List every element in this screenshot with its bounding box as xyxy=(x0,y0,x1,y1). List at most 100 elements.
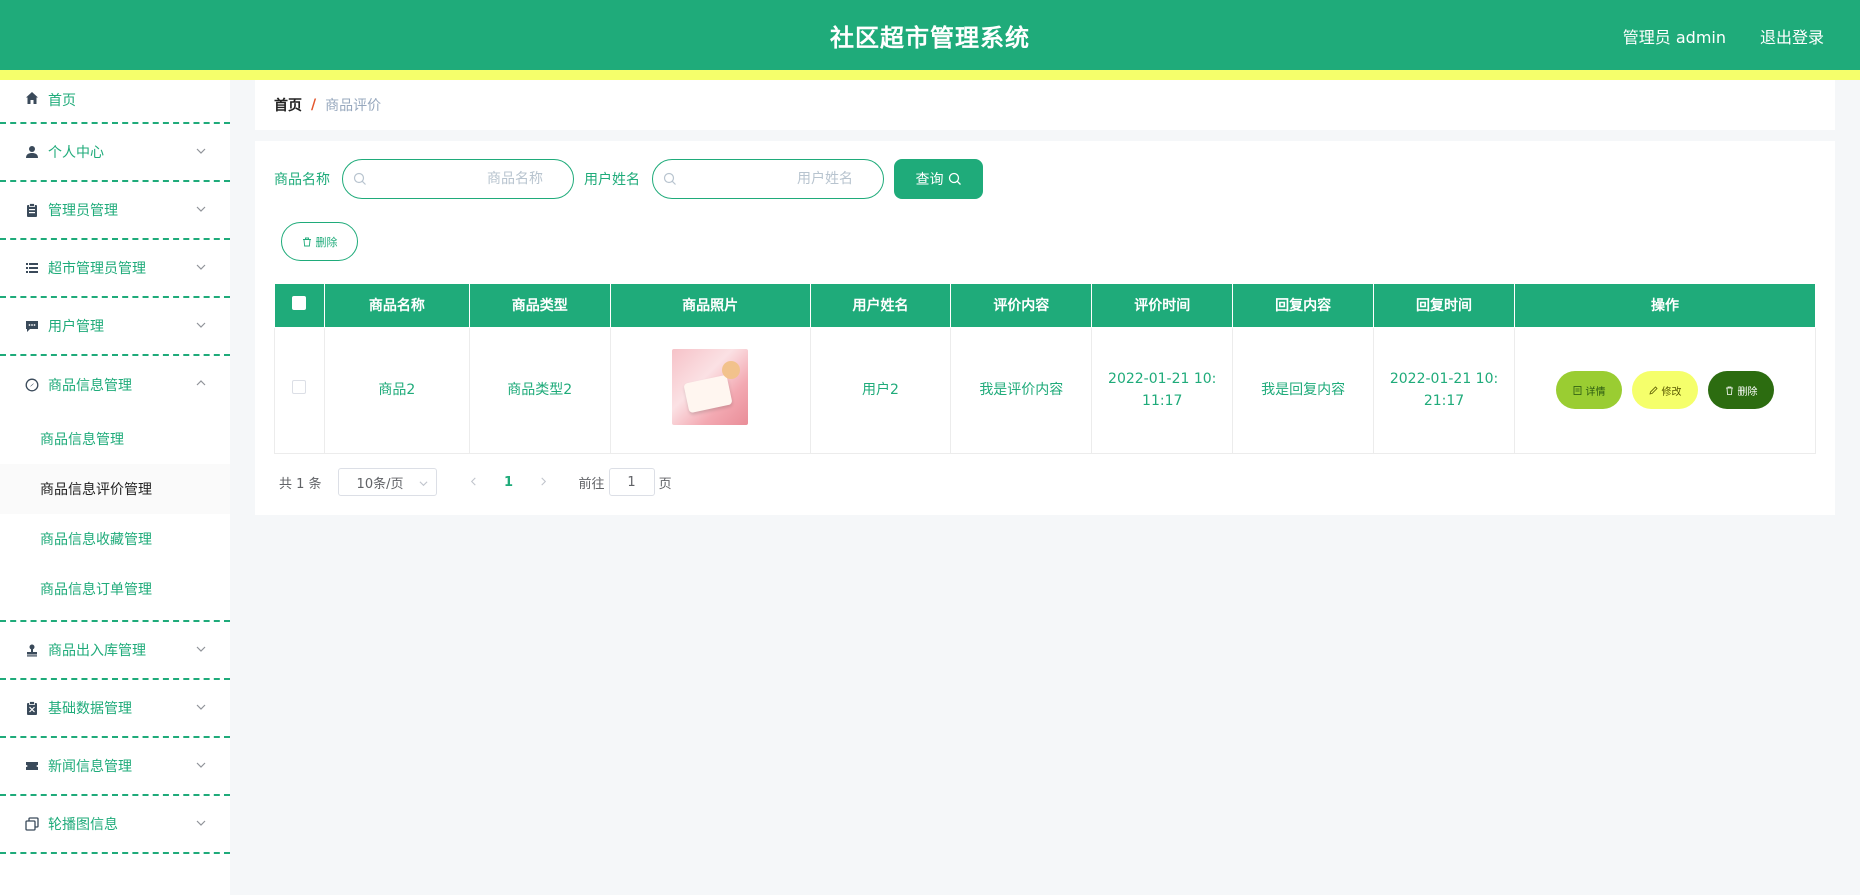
cell-reply-time: 2022-01-21 10:21:17 xyxy=(1373,326,1516,454)
table-row: 商品2 商品类型2 用户2 我是评价内容 2022-01-21 10:11:17… xyxy=(274,326,1816,454)
breadcrumb-home[interactable]: 首页 xyxy=(274,95,302,115)
prev-page-button[interactable] xyxy=(459,475,489,490)
breadcrumb-current: 商品评价 xyxy=(325,98,382,114)
chevron-down-icon xyxy=(196,762,206,768)
sidebar-subitem-product-info[interactable]: 商品信息管理 xyxy=(0,414,230,464)
table-header-row: 商品名称 商品类型 商品照片 用户姓名 评价内容 评价时间 回复内容 回复时间 … xyxy=(274,284,1816,328)
copy-icon xyxy=(24,816,40,832)
trash-clipboard-icon xyxy=(24,700,40,716)
current-user-label: 管理员 admin xyxy=(1622,28,1726,47)
review-table: 商品名称 商品类型 商品照片 用户姓名 评价内容 评价时间 回复内容 回复时间 … xyxy=(274,284,1816,454)
edit-button[interactable]: 修改 xyxy=(1632,371,1698,409)
chevron-down-icon xyxy=(196,646,206,652)
sidebar-item-carousel-info[interactable]: 轮播图信息 xyxy=(0,796,230,854)
chat-icon xyxy=(24,318,40,334)
breadcrumb: 首页 / 商品评价 xyxy=(255,80,1835,130)
goto-page-input[interactable] xyxy=(608,468,655,496)
sidebar-item-label: 超市管理员管理 xyxy=(48,261,146,277)
product-name-label: 商品名称 xyxy=(274,172,330,188)
column-header: 商品类型 xyxy=(468,284,611,328)
sidebar-item-stock-management[interactable]: 商品出入库管理 xyxy=(0,622,230,680)
pencil-icon xyxy=(1648,385,1658,395)
column-header: 商品名称 xyxy=(323,284,470,328)
sidebar-item-admin-management[interactable]: 管理员管理 xyxy=(0,182,230,240)
select-all-cell[interactable] xyxy=(274,284,325,328)
sidebar-item-base-data-management[interactable]: 基础数据管理 xyxy=(0,680,230,738)
cell-user-name: 用户2 xyxy=(809,326,952,454)
search-icon xyxy=(948,172,961,185)
row-checkbox[interactable] xyxy=(292,380,307,394)
query-button[interactable]: 查询 xyxy=(894,159,983,199)
column-header: 回复时间 xyxy=(1373,284,1516,328)
sidebar-item-label: 商品出入库管理 xyxy=(48,643,146,659)
search-icon xyxy=(353,172,366,185)
document-icon xyxy=(1573,385,1581,395)
row-select-cell xyxy=(274,326,325,454)
content-panel: 商品名称 用户姓名 查询 删除 商品名称 商品类型 商品照片 用 xyxy=(255,141,1835,515)
column-header: 评价时间 xyxy=(1091,284,1234,328)
sidebar: 首页 个人中心 管理员管理 超市管理员管理 用户管理 商品信息管理 商品信息管理… xyxy=(0,80,230,895)
page-number[interactable]: 1 xyxy=(489,475,529,490)
detail-button[interactable]: 详情 xyxy=(1556,371,1622,409)
chevron-up-icon xyxy=(196,380,206,386)
trash-icon xyxy=(302,237,311,246)
sidebar-item-label: 轮播图信息 xyxy=(48,817,118,833)
cell-review-time: 2022-01-21 10:11:17 xyxy=(1091,326,1234,454)
submenu-product-info: 商品信息管理 商品信息评价管理 商品信息收藏管理 商品信息订单管理 xyxy=(0,414,230,622)
sidebar-subitem-product-order[interactable]: 商品信息订单管理 xyxy=(0,564,230,614)
product-name-input[interactable] xyxy=(383,160,573,198)
cell-product-photo xyxy=(609,326,811,454)
search-icon xyxy=(663,172,676,185)
chevron-down-icon xyxy=(196,264,206,270)
chevron-down-icon xyxy=(419,481,428,487)
pagination-total: 共 1 条 xyxy=(279,476,322,492)
product-photo xyxy=(672,348,749,425)
chevron-down-icon xyxy=(196,148,206,154)
column-header: 商品照片 xyxy=(609,284,811,328)
sidebar-item-label: 商品信息管理 xyxy=(48,378,132,394)
user-name-field xyxy=(652,159,884,199)
reply-time-text: 2022-01-21 10:21:17 xyxy=(1389,371,1499,409)
delete-button[interactable]: 删除 xyxy=(1708,371,1774,409)
chevron-down-icon xyxy=(196,704,206,710)
home-icon xyxy=(24,90,40,106)
chevron-down-icon xyxy=(196,206,206,212)
stamp-icon xyxy=(24,642,40,658)
batch-delete-button[interactable]: 删除 xyxy=(281,222,358,261)
detail-label: 详情 xyxy=(1585,386,1606,398)
delete-label: 删除 xyxy=(1737,386,1758,398)
sidebar-item-news-management[interactable]: 新闻信息管理 xyxy=(0,738,230,796)
cell-product-type: 商品类型2 xyxy=(468,326,611,454)
cell-actions: 详情 修改 删除 xyxy=(1514,326,1816,454)
app-title: 社区超市管理系统 xyxy=(830,24,1030,52)
product-name-field xyxy=(342,159,574,199)
user-name-input[interactable] xyxy=(693,160,883,198)
logout-link[interactable]: 退出登录 xyxy=(1760,24,1824,48)
review-time-text: 2022-01-21 10:11:17 xyxy=(1108,371,1217,409)
sidebar-item-product-info-management[interactable]: 商品信息管理 xyxy=(0,356,230,414)
sidebar-subitem-product-favorite[interactable]: 商品信息收藏管理 xyxy=(0,514,230,564)
top-header: 社区超市管理系统 管理员 admin 退出登录 xyxy=(0,0,1860,80)
query-button-label: 查询 xyxy=(915,171,944,187)
sidebar-subitem-product-review[interactable]: 商品信息评价管理 xyxy=(0,464,230,514)
goto-label: 前往 xyxy=(578,476,605,492)
column-header: 回复内容 xyxy=(1232,284,1375,328)
select-all-checkbox[interactable] xyxy=(292,296,307,311)
next-page-button[interactable] xyxy=(529,475,559,490)
sidebar-item-home[interactable]: 首页 xyxy=(0,80,230,124)
sidebar-item-label: 基础数据管理 xyxy=(48,701,132,717)
sidebar-item-market-admin-management[interactable]: 超市管理员管理 xyxy=(0,240,230,298)
breadcrumb-separator: / xyxy=(311,97,317,113)
sidebar-item-personal-center[interactable]: 个人中心 xyxy=(0,124,230,182)
batch-delete-label: 删除 xyxy=(315,235,338,249)
sidebar-item-user-management[interactable]: 用户管理 xyxy=(0,298,230,356)
chevron-right-icon xyxy=(541,477,547,485)
column-header: 操作 xyxy=(1514,284,1816,328)
page-size-select[interactable]: 10条/页 xyxy=(337,468,437,496)
chevron-left-icon xyxy=(470,477,476,485)
cell-reply: 我是回复内容 xyxy=(1232,326,1375,454)
sidebar-item-label: 新闻信息管理 xyxy=(48,759,132,775)
chevron-down-icon xyxy=(196,820,206,826)
compass-icon xyxy=(24,377,40,393)
page-size-value: 10条/页 xyxy=(356,476,404,492)
